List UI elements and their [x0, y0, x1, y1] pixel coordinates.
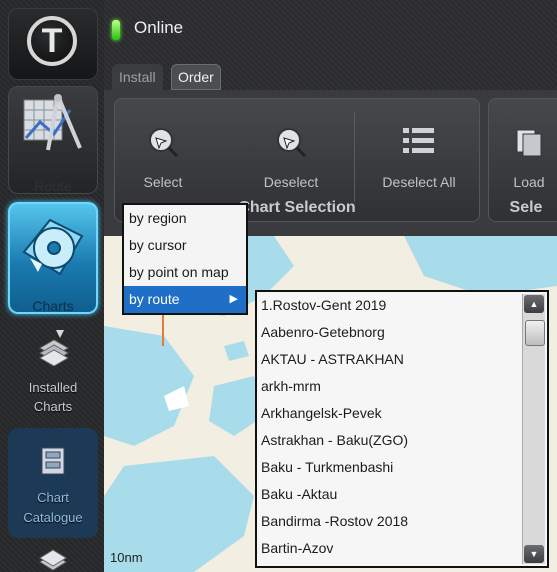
route-list-item[interactable]: Bandirma -Rostov 2018 [257, 508, 547, 535]
load-label: Load [513, 174, 545, 190]
menu-item-by-route[interactable]: by route ▶ [124, 286, 246, 313]
load-button[interactable]: Load [494, 108, 557, 192]
route-list-item[interactable]: AKTAU - ASTRAKHAN [257, 346, 547, 373]
deselect-all-label: Deselect All [382, 174, 456, 190]
sidebar-item-label: Installed Charts [28, 380, 78, 414]
select-cursor-icon [149, 128, 179, 158]
menu-item-label: by route [129, 291, 180, 307]
route-list-item[interactable]: Baku - Turkmenbashi [257, 454, 547, 481]
connection-status: Online [134, 18, 184, 37]
select-button[interactable]: Select [120, 108, 206, 192]
status-indicator-icon [112, 20, 120, 40]
route-list-item[interactable]: Aabenro-Getebnorg [257, 319, 547, 346]
route-list-item[interactable]: 1.Rostov-Gent 2019 [257, 292, 547, 319]
deselect-label: Deselect [263, 174, 319, 190]
tab-install[interactable]: Install [112, 64, 163, 90]
deselect-all-button[interactable]: Deselect All [364, 108, 474, 192]
app-logo-icon: T [27, 16, 77, 66]
sidebar-item-label: Route [34, 178, 72, 194]
installed-charts-icon [38, 330, 70, 367]
sidebar-item-label: Charts [32, 298, 74, 314]
select-label: Select [143, 174, 183, 190]
route-list-item[interactable]: arkh-mrm [257, 373, 547, 400]
deselect-cursor-icon [277, 128, 307, 158]
route-planner-icon [23, 94, 82, 151]
submenu-arrow-icon: ▶ [229, 293, 238, 305]
sidebar-item-charts[interactable]: Charts [8, 202, 98, 314]
sidebar-item-chart-catalogue[interactable]: Chart Catalogue [8, 428, 98, 538]
menu-item-by-cursor[interactable]: by cursor [124, 232, 246, 259]
sidebar-item-route[interactable]: Route [8, 86, 98, 194]
route-list-item[interactable]: Arkhangelsk-Pevek [257, 400, 547, 427]
list-icon [403, 128, 434, 153]
chart-catalogue-icon [41, 447, 65, 475]
sidebar-item-label: Chart Catalogue [23, 490, 83, 525]
tab-order[interactable]: Order [171, 64, 221, 90]
menu-item-by-region[interactable]: by region [124, 205, 246, 232]
left-sidebar: T Route Charts Installed Charts Chart Ca… [0, 0, 104, 572]
route-list-item[interactable]: Bartin-Azov [257, 535, 547, 562]
scroll-thumb[interactable] [525, 320, 545, 346]
route-list-item[interactable]: Astrakhan - Baku(ZGO) [257, 427, 547, 454]
map-scale-label: 10nm [110, 550, 143, 565]
app-menu-button[interactable]: T [8, 8, 98, 80]
route-list-scrollbar[interactable]: ▲ ▼ [522, 294, 545, 564]
next-group-title: Sele [509, 199, 543, 216]
load-icon [516, 129, 542, 157]
sidebar-item-more[interactable] [8, 542, 98, 572]
load-group: Load Sele [488, 98, 557, 222]
select-menu: by region by cursor by point on map by r… [122, 203, 248, 315]
layers-icon [39, 549, 67, 571]
route-list-item[interactable]: Baku -Aktau [257, 481, 547, 508]
ribbon-separator [354, 112, 355, 202]
scroll-down-icon[interactable]: ▼ [524, 545, 544, 563]
route-submenu: 1.Rostov-Gent 2019 Aabenro-Getebnorg AKTAU… [255, 290, 549, 568]
sidebar-item-installed-charts[interactable]: Installed Charts [8, 320, 98, 424]
menu-item-by-point-on-map[interactable]: by point on map [124, 259, 246, 286]
scroll-up-icon[interactable]: ▲ [524, 295, 544, 313]
chart-disc-icon [22, 218, 84, 276]
deselect-button[interactable]: Deselect [248, 108, 334, 192]
